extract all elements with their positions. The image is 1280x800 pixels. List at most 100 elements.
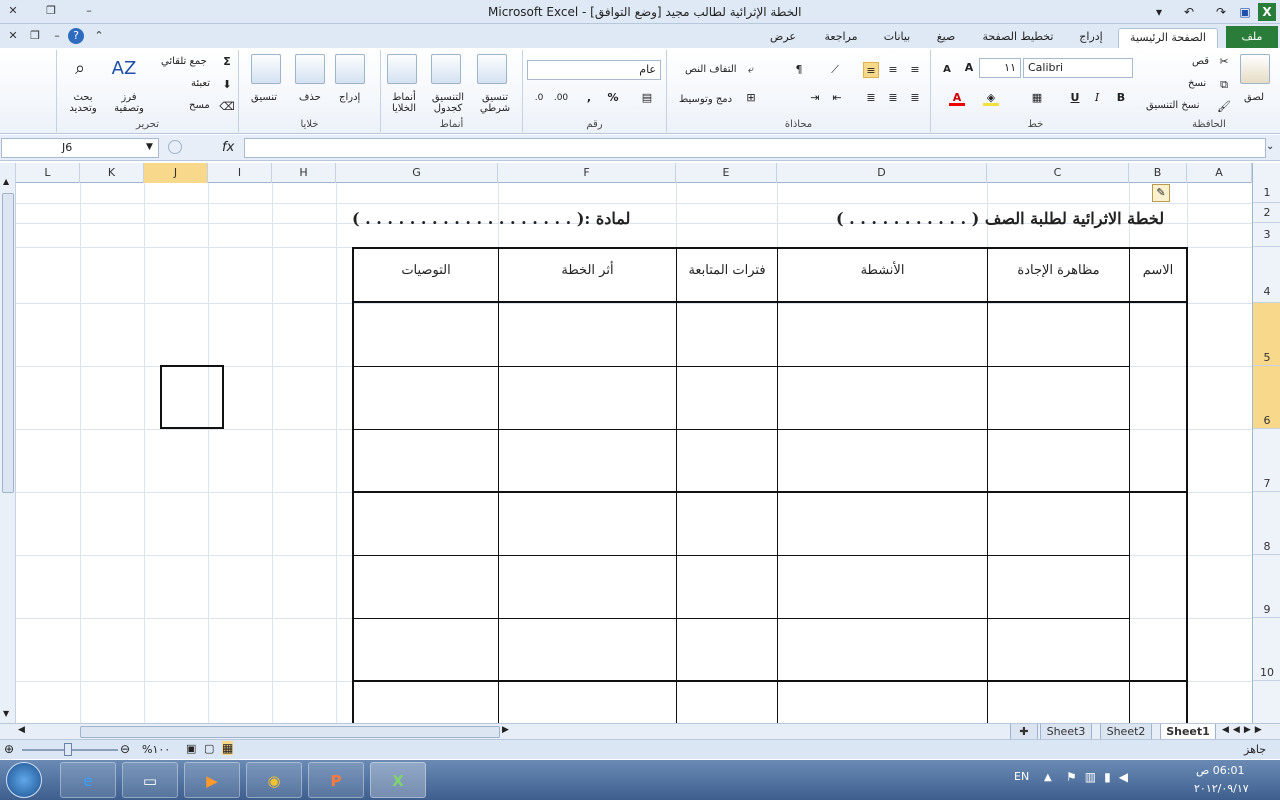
borders-icon[interactable]: ▦ bbox=[1029, 90, 1045, 106]
copy-button[interactable]: نسخ bbox=[1188, 78, 1206, 89]
row-3[interactable]: 3 bbox=[1253, 223, 1280, 247]
name-box-dropdown-icon[interactable]: ▼ bbox=[146, 142, 153, 152]
row-1[interactable]: 1 bbox=[1253, 183, 1280, 203]
format-painter-button[interactable]: نسخ التنسيق bbox=[1146, 100, 1199, 111]
cell-styles-icon[interactable] bbox=[387, 54, 417, 84]
conditional-format-icon[interactable] bbox=[477, 54, 507, 84]
restore-workbook-icon[interactable]: ❐ bbox=[24, 28, 46, 44]
tab-review[interactable]: مراجعة bbox=[814, 28, 868, 48]
column-I[interactable]: I bbox=[208, 163, 272, 183]
select-all-corner[interactable] bbox=[1252, 163, 1280, 183]
conditional-format-button[interactable]: تنسيق شرطي bbox=[473, 92, 517, 114]
align-bottom-icon[interactable]: ≡ bbox=[863, 62, 879, 78]
explorer-icon[interactable]: ▭ bbox=[122, 762, 178, 798]
vertical-scrollbar[interactable]: ▲ ▼ bbox=[0, 163, 16, 723]
paste-options-icon[interactable]: ✎ bbox=[1152, 184, 1170, 202]
zoom-out-icon[interactable]: ⊖ bbox=[120, 742, 130, 756]
selected-cell-J6[interactable] bbox=[160, 365, 224, 429]
column-K[interactable]: K bbox=[80, 163, 144, 183]
column-E[interactable]: E bbox=[676, 163, 777, 183]
sheet-tab-3[interactable]: Sheet3 bbox=[1040, 724, 1092, 740]
row-6[interactable]: 6 bbox=[1253, 366, 1280, 429]
format-as-table-icon[interactable] bbox=[431, 54, 461, 84]
binoculars-icon[interactable]: ⌕ bbox=[65, 54, 95, 84]
worksheet[interactable]: لخطة الاثرائية لطلبة الصف ( . . . . . . … bbox=[16, 183, 1252, 723]
align-center-icon[interactable]: ≣ bbox=[885, 90, 901, 106]
column-D[interactable]: D bbox=[777, 163, 987, 183]
insert-sheet-icon[interactable]: ✚ bbox=[1010, 724, 1038, 740]
row-9[interactable]: 9 bbox=[1253, 555, 1280, 618]
format-as-table-button[interactable]: التنسيق كجدول bbox=[425, 92, 471, 114]
format-cells-icon[interactable] bbox=[251, 54, 281, 84]
row-7[interactable]: 7 bbox=[1253, 429, 1280, 492]
zoom-slider-thumb[interactable] bbox=[64, 743, 72, 756]
normal-view-icon[interactable]: ▦ bbox=[222, 741, 234, 755]
tab-view[interactable]: عرض bbox=[760, 28, 806, 48]
autosum-button[interactable]: جمع تلقائي bbox=[161, 56, 207, 67]
font-color-icon[interactable]: A bbox=[949, 90, 965, 106]
clock-date[interactable]: ٢٠١٢/٠٩/١٧ bbox=[1194, 782, 1249, 795]
powerpoint-icon[interactable]: P bbox=[308, 762, 364, 798]
scroll-up-icon[interactable]: ▲ bbox=[3, 177, 9, 186]
column-H[interactable]: H bbox=[272, 163, 336, 183]
currency-icon[interactable]: ▤ bbox=[639, 90, 655, 106]
decrease-indent-icon[interactable]: ⇤ bbox=[829, 90, 845, 106]
tray-arrow-icon[interactable]: ▲ bbox=[1044, 772, 1052, 783]
column-G[interactable]: G bbox=[336, 163, 498, 183]
scroll-thumb[interactable] bbox=[2, 193, 14, 493]
start-button-icon[interactable] bbox=[6, 762, 42, 798]
qat-customize-icon[interactable]: ▾ bbox=[1150, 3, 1168, 21]
expand-formula-icon[interactable]: ⌄ bbox=[1266, 141, 1274, 152]
decrease-decimal-icon[interactable]: .00 bbox=[553, 90, 569, 106]
redo-icon[interactable]: ↷ bbox=[1212, 3, 1230, 21]
sort-filter-icon[interactable]: AZ bbox=[109, 54, 139, 84]
align-right-icon[interactable]: ≣ bbox=[907, 90, 923, 106]
hscroll-right-icon[interactable]: ▶ bbox=[502, 725, 509, 735]
undo-icon[interactable]: ↶ bbox=[1180, 3, 1198, 21]
paste-button[interactable]: لصق bbox=[1244, 92, 1264, 103]
zoom-level[interactable]: %١٠٠ bbox=[142, 743, 170, 756]
minimize-icon[interactable]: – bbox=[78, 3, 100, 19]
hscroll-thumb[interactable] bbox=[80, 726, 500, 738]
shrink-font-icon[interactable]: A bbox=[939, 62, 955, 78]
paste-icon[interactable] bbox=[1240, 54, 1270, 84]
column-C[interactable]: C bbox=[987, 163, 1129, 183]
sort-filter-button[interactable]: فرز وتصفية bbox=[109, 92, 149, 114]
close-icon[interactable]: ✕ bbox=[2, 3, 24, 19]
page-layout-view-icon[interactable]: ▢ bbox=[204, 742, 214, 755]
delete-cells-button[interactable]: حذف bbox=[299, 92, 321, 103]
bold-icon[interactable]: B bbox=[1113, 90, 1129, 106]
delete-cells-icon[interactable] bbox=[295, 54, 325, 84]
zoom-in-icon[interactable]: ⊕ bbox=[4, 742, 14, 756]
file-tab[interactable]: ملف bbox=[1226, 26, 1278, 48]
tab-insert[interactable]: إدراج bbox=[1070, 28, 1112, 48]
row-2[interactable]: 2 bbox=[1253, 203, 1280, 223]
ie-icon[interactable]: e bbox=[60, 762, 116, 798]
chrome-icon[interactable]: ◉ bbox=[246, 762, 302, 798]
hscroll-left-icon[interactable]: ◀ bbox=[18, 725, 25, 735]
column-L[interactable]: L bbox=[16, 163, 80, 183]
sheet-nav-icons[interactable]: ◀◀▶▶ bbox=[1222, 725, 1266, 735]
close-workbook-icon[interactable]: ✕ bbox=[2, 28, 24, 44]
clear-button[interactable]: مسح bbox=[189, 100, 210, 111]
column-A[interactable]: A bbox=[1187, 163, 1252, 183]
fill-button[interactable]: تعبئة bbox=[191, 78, 210, 89]
sheet-tab-1[interactable]: Sheet1 bbox=[1160, 724, 1216, 740]
align-middle-icon[interactable]: ≡ bbox=[885, 62, 901, 78]
italic-icon[interactable]: I bbox=[1089, 90, 1105, 106]
increase-indent-icon[interactable]: ⇥ bbox=[807, 90, 823, 106]
language-indicator[interactable]: EN bbox=[1014, 770, 1029, 783]
comma-icon[interactable]: , bbox=[581, 90, 597, 106]
restore-icon[interactable]: ❐ bbox=[40, 3, 62, 19]
sheet-tab-2[interactable]: Sheet2 bbox=[1100, 724, 1152, 740]
find-select-button[interactable]: بحث وتحديد bbox=[61, 92, 105, 114]
cell-styles-button[interactable]: أنماط الخلايا bbox=[383, 92, 425, 114]
merge-center-button[interactable]: دمج وتوسيط bbox=[679, 94, 732, 105]
tray-icons[interactable]: ⚑▥▮◀ bbox=[1066, 770, 1136, 784]
row-5[interactable]: 5 bbox=[1253, 303, 1280, 366]
percent-icon[interactable]: % bbox=[605, 90, 621, 106]
row-8[interactable]: 8 bbox=[1253, 492, 1280, 555]
row-10[interactable]: 10 bbox=[1253, 618, 1280, 681]
minimize-workbook-icon[interactable]: – bbox=[46, 28, 68, 44]
column-B[interactable]: B bbox=[1129, 163, 1187, 183]
